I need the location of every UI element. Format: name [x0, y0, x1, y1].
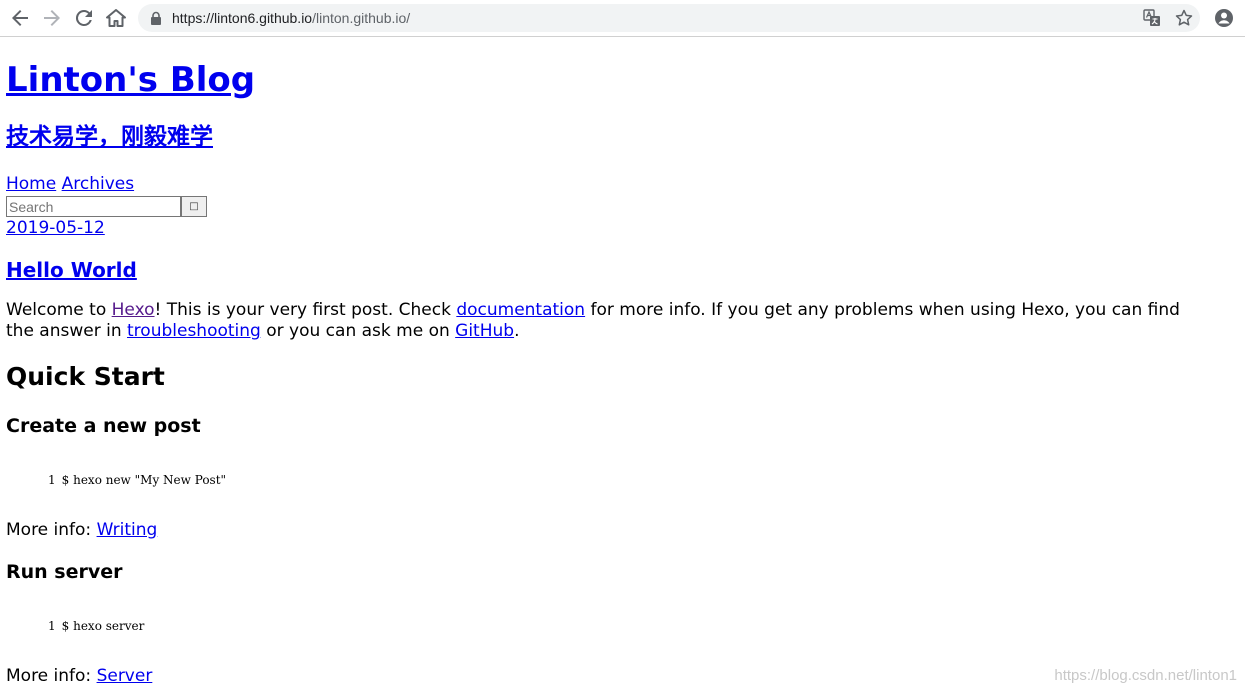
- nav-home-link[interactable]: Home: [6, 174, 56, 194]
- site-title: Linton's Blog: [6, 60, 255, 100]
- address-bar[interactable]: https://linton6.github.io/linton.github.…: [138, 4, 1200, 32]
- more-info: More info: Server: [6, 666, 152, 687]
- code-block: 1 $ hexo server: [48, 619, 144, 633]
- server-link[interactable]: Server: [97, 666, 153, 686]
- url-path: /linton.github.io/: [312, 10, 411, 26]
- watermark: https://blog.csdn.net/linton1: [1054, 667, 1237, 684]
- site-title-link[interactable]: Linton's Blog: [6, 60, 255, 100]
- section-heading: Create a new post: [6, 415, 201, 437]
- more-info-label: More info:: [6, 520, 97, 540]
- code-line-number: 1: [48, 619, 56, 633]
- site-subtitle: 技术易学，刚毅难学: [6, 122, 213, 152]
- post-title-link[interactable]: Hello World: [6, 258, 137, 282]
- github-link[interactable]: GitHub: [455, 321, 514, 341]
- more-info-label: More info:: [6, 666, 97, 686]
- intro-text: Welcome to: [6, 300, 112, 320]
- intro-text: or you can ask me on: [260, 321, 456, 341]
- code-line-number: 1: [48, 473, 56, 487]
- quick-start-heading: Quick Start: [6, 362, 165, 391]
- code-block: 1 $ hexo new "My New Post": [48, 473, 226, 487]
- lock-icon[interactable]: [150, 11, 162, 25]
- code-line: $ hexo new "My New Post": [61, 473, 227, 487]
- post-intro: Welcome to Hexo! This is your very first…: [6, 300, 1206, 342]
- search-button[interactable]: □: [181, 196, 207, 217]
- post-title: Hello World: [6, 258, 137, 282]
- writing-link[interactable]: Writing: [97, 520, 158, 540]
- post-date: 2019-05-12: [6, 218, 105, 238]
- bookmark-star-icon[interactable]: [1174, 8, 1194, 28]
- translate-icon[interactable]: [1142, 8, 1162, 28]
- main-nav: Home Archives: [6, 174, 134, 194]
- profile-avatar-icon[interactable]: [1212, 6, 1236, 30]
- intro-text: .: [514, 321, 520, 341]
- code-line: $ hexo server: [61, 619, 145, 633]
- nav-archives-link[interactable]: Archives: [62, 174, 134, 194]
- hexo-link[interactable]: Hexo: [112, 300, 155, 320]
- section-heading: Run server: [6, 561, 123, 583]
- home-icon[interactable]: [104, 6, 128, 30]
- url-text[interactable]: https://linton6.github.io/linton.github.…: [172, 9, 410, 27]
- reload-icon[interactable]: [72, 6, 96, 30]
- browser-toolbar: https://linton6.github.io/linton.github.…: [0, 0, 1245, 37]
- more-info: More info: Writing: [6, 520, 157, 541]
- post-date-link[interactable]: 2019-05-12: [6, 218, 105, 238]
- back-arrow-icon[interactable]: [8, 6, 32, 30]
- intro-text: ! This is your very first post. Check: [154, 300, 457, 320]
- search-input[interactable]: [6, 196, 181, 217]
- documentation-link[interactable]: documentation: [456, 300, 585, 320]
- forward-arrow-icon[interactable]: [40, 6, 64, 30]
- troubleshooting-link[interactable]: troubleshooting: [127, 321, 261, 341]
- site-subtitle-link[interactable]: 技术易学，刚毅难学: [6, 124, 213, 150]
- url-host: https://linton6.github.io: [172, 10, 313, 26]
